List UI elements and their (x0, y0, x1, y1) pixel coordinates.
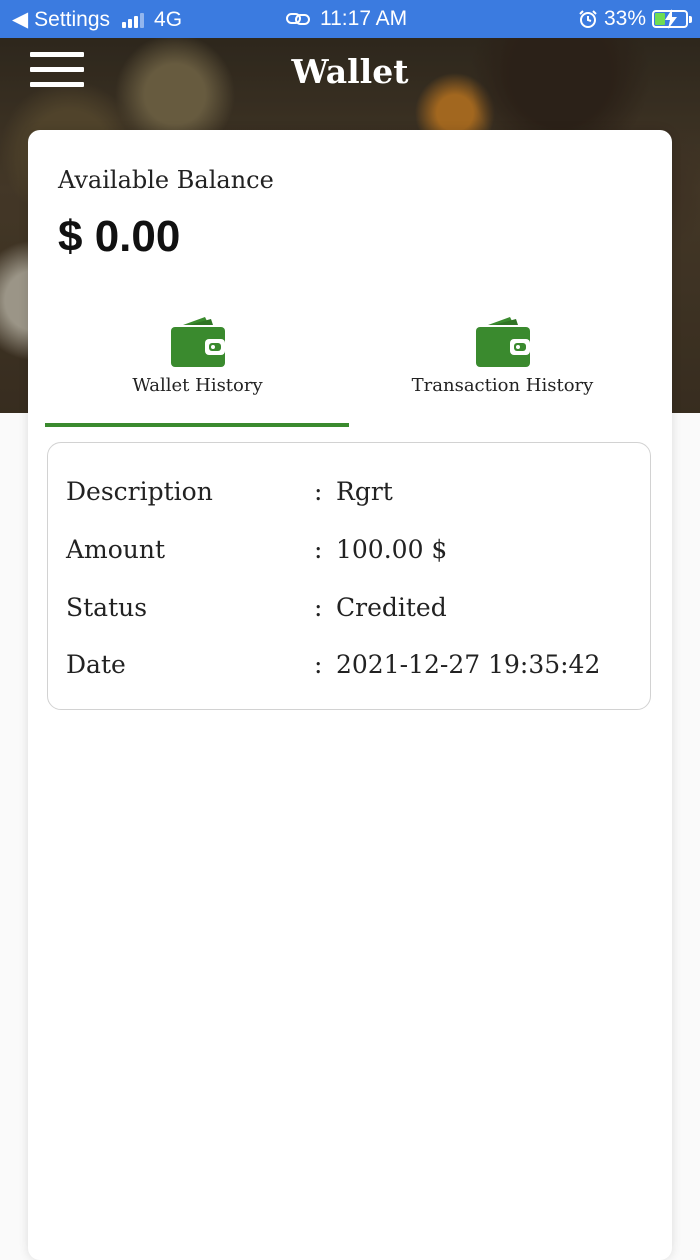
active-tab-indicator (45, 423, 349, 427)
signal-icon (122, 12, 145, 28)
tab-wallet-history-label: Wallet History (132, 375, 263, 396)
history-value: 2021-12-27 19:35:42 (336, 650, 601, 679)
status-bar-center: 11:17 AM (286, 7, 407, 31)
tab-transaction-history[interactable]: Transaction History (350, 315, 655, 427)
charging-bolt-icon (665, 9, 677, 29)
history-key: Status (66, 593, 148, 622)
wallet-card: Available Balance $ 0.00 Wallet History (28, 130, 672, 1260)
status-bar-left: ◀ Settings 4G (12, 7, 182, 32)
page-title: Wallet (291, 52, 409, 91)
link-icon (286, 13, 310, 25)
history-separator: : (314, 650, 323, 679)
history-key: Description (66, 477, 213, 506)
history-key: Amount (66, 535, 166, 564)
history-value: Credited (336, 593, 447, 622)
tab-wallet-history[interactable]: Wallet History (45, 315, 350, 427)
alarm-icon (579, 10, 597, 28)
history-entry: Description : Rgrt Amount : 100.00 $ Sta… (47, 442, 651, 710)
history-tabs: Wallet History Transaction History (45, 315, 655, 427)
status-bar: ◀ Settings 4G 11:17 AM 33% (0, 0, 700, 38)
tab-transaction-history-label: Transaction History (411, 375, 594, 396)
history-separator: : (314, 535, 323, 564)
network-label: 4G (154, 7, 183, 31)
history-separator: : (314, 477, 323, 506)
battery-icon (652, 9, 692, 29)
history-separator: : (314, 593, 323, 622)
balance-value: $ 0.00 (58, 212, 181, 261)
history-value: 100.00 $ (336, 535, 448, 564)
balance-label: Available Balance (58, 166, 274, 194)
back-app-label[interactable]: Settings (34, 8, 110, 32)
battery-percent: 33% (603, 7, 646, 30)
status-time: 11:17 AM (320, 7, 408, 30)
wallet-icon (170, 317, 225, 367)
wallet-icon (475, 317, 530, 367)
status-bar-right: 33% (578, 7, 692, 31)
back-arrow-icon[interactable]: ◀ (12, 7, 28, 32)
history-value: Rgrt (336, 477, 393, 506)
history-key: Date (66, 650, 126, 679)
